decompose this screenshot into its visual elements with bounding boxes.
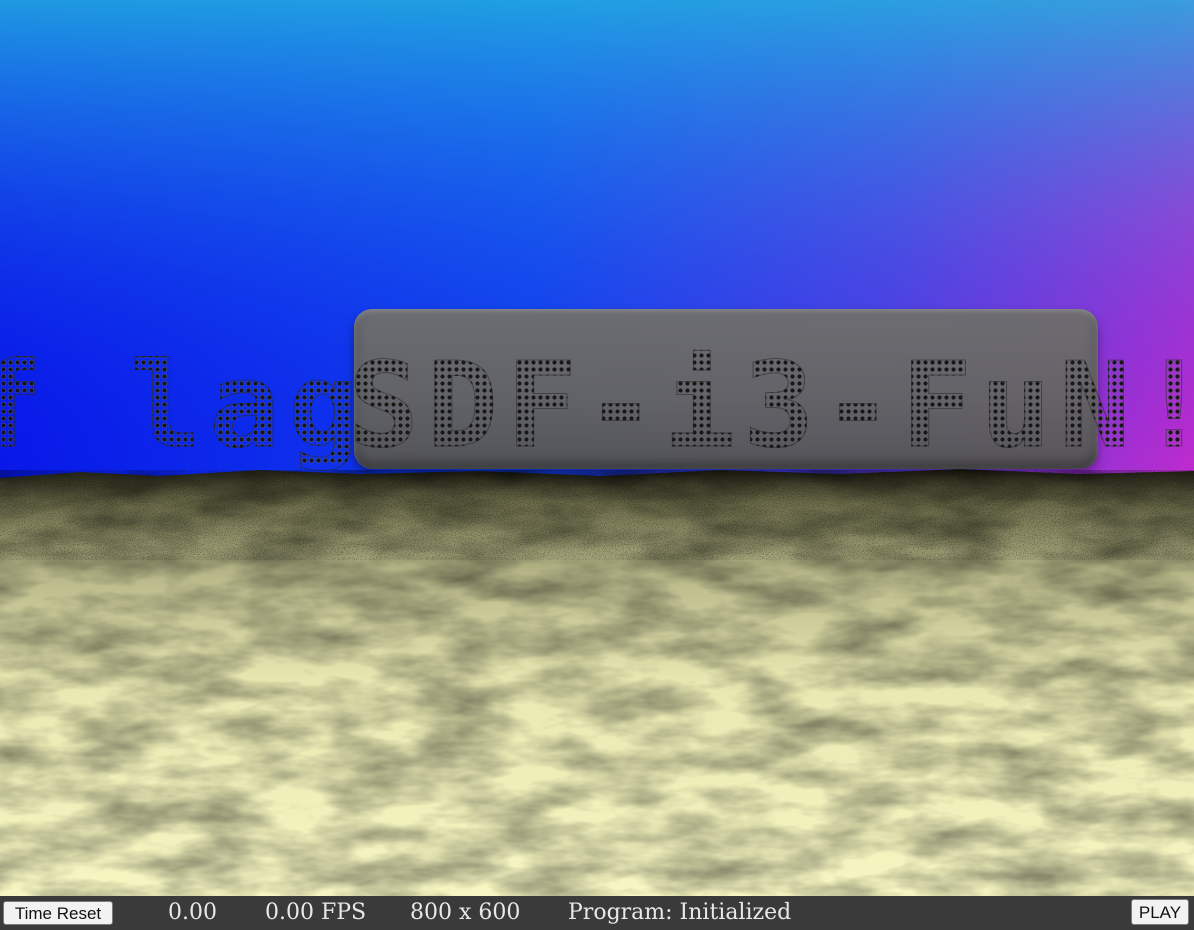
time-reset-button[interactable]: Time Reset <box>3 901 113 925</box>
play-button[interactable]: PLAY <box>1131 899 1189 925</box>
resolution-readout: 800 x 600 <box>410 900 521 925</box>
time-readout: 0.00 <box>168 900 217 925</box>
program-status: Program: Initialized <box>568 900 792 925</box>
status-bar: Time Reset 0.00 0.00 FPS 800 x 600 Progr… <box>0 896 1194 930</box>
fps-readout: 0.00 FPS <box>265 900 367 925</box>
shader-viewport[interactable]: f lag{ SDF-i3-FuN! <box>0 0 1194 896</box>
sand-terrain <box>0 469 1194 896</box>
rounded-box-object <box>354 309 1098 469</box>
